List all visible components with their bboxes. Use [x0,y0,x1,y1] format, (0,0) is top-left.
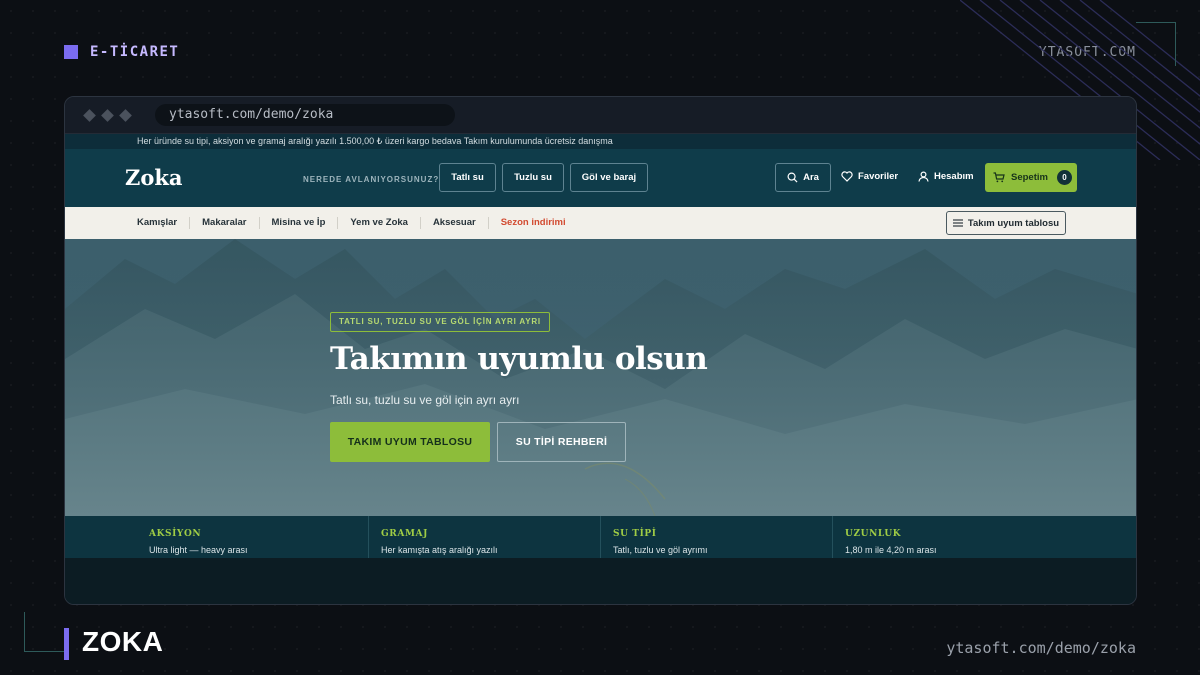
feature-text: 1,80 m ile 4,20 m arası [845,545,937,555]
compatibility-table-cta[interactable]: TAKIM UYUM TABLOSU [330,422,490,462]
window-dot-icon[interactable] [101,108,114,122]
category-item-sale[interactable]: Sezon indirimi [489,217,578,229]
user-icon [918,171,929,182]
cart-icon [993,172,1005,183]
water-type-guide-cta[interactable]: SU TİPİ REHBERİ [497,422,626,462]
hero-eyebrow-tag: TATLI SU, TUZLU SU VE GÖL İÇİN AYRI AYRI [330,312,550,332]
window-dot-icon[interactable] [83,108,96,122]
main-header: Zoka NEREDE AVLANIYORSUNUZ? Tatlı su Tuz… [65,149,1136,207]
feature-title: GRAMAJ [381,529,428,539]
search-button[interactable]: Ara [775,163,831,192]
category-item-accessories[interactable]: Aksesuar [421,217,489,229]
browser-chrome: ytasoft.com/demo/zoka [65,97,1136,134]
category-item-rods[interactable]: Kamışlar [125,217,191,229]
feature-item: SU TİPİ Tatlı, tuzlu ve göl ayrımı [601,516,833,558]
hero-banner: TATLI SU, TUZLU SU VE GÖL İÇİN AYRI AYRI… [65,239,1136,516]
search-icon [787,172,798,183]
feature-item: AKSİYON Ultra light — heavy arası [137,516,369,558]
water-button-freshwater[interactable]: Tatlı su [439,163,496,192]
feature-item: GRAMAJ Her kamışta atış aralığı yazılı [369,516,601,558]
category-tag: E-TİCARET [64,44,179,60]
slide-url: ytasoft.com/demo/zoka [946,639,1136,657]
compatibility-table-button[interactable]: Takım uyum tablosu [946,211,1066,235]
category-item-reels[interactable]: Makaralar [190,217,260,229]
compatibility-table-label: Takım uyum tablosu [967,217,1060,229]
corner-bracket-top-right [1136,22,1176,66]
account-link[interactable]: Hesabım [918,171,974,182]
water-button-lake[interactable]: Göl ve baraj [570,163,648,192]
cart-label: Sepetim [1011,172,1048,183]
window-dot-icon[interactable] [119,108,132,122]
category-item-bait[interactable]: Yem ve Zoka [338,217,421,229]
misty-mountains-image [65,239,1136,516]
feature-title: AKSİYON [149,529,202,539]
category-nav: Kamışlar Makaralar Misina ve İp Yem ve Z… [65,207,1136,239]
feature-text: Ultra light — heavy arası [149,545,248,555]
address-bar[interactable]: ytasoft.com/demo/zoka [155,104,455,126]
title-accent-bar [64,628,69,660]
hero-headline: Takımın uyumlu olsun [330,341,708,377]
page-below-fold [65,558,1136,604]
category-label: E-TİCARET [90,44,180,60]
favorites-link[interactable]: Favoriler [841,171,898,182]
heart-icon [841,171,853,182]
cart-button[interactable]: Sepetim 0 [985,163,1077,192]
favorites-label: Favoriler [858,171,899,182]
water-question-label: NEREDE AVLANIYORSUNUZ? [303,175,440,184]
cart-count-badge: 0 [1056,170,1072,185]
feature-item: UZUNLUK 1,80 m ile 4,20 m arası [833,516,1065,558]
feature-title: SU TİPİ [613,529,657,539]
account-label: Hesabım [934,171,974,182]
announcement-bar: Her üründe su tipi, aksiyon ve gramaj ar… [65,134,1136,149]
water-button-saltwater[interactable]: Tuzlu su [502,163,564,192]
page-viewport: Her üründe su tipi, aksiyon ve gramaj ar… [65,134,1136,604]
slide-title: ZOKA [82,626,164,657]
feature-title: UZUNLUK [845,529,902,539]
list-icon [952,219,963,227]
hero-subline: Tatlı su, tuzlu su ve göl için ayrı ayrı [330,393,520,407]
search-label: Ara [803,172,819,183]
category-item-line[interactable]: Misina ve İp [260,217,339,229]
corner-bracket-bottom-left [24,612,64,652]
feature-text: Her kamışta atış aralığı yazılı [381,545,498,555]
site-logo[interactable]: Zoka [125,165,183,190]
feature-text: Tatlı, tuzlu ve göl ayrımı [613,545,708,555]
browser-window: ytasoft.com/demo/zoka Her üründe su tipi… [64,96,1137,605]
feature-strip: AKSİYON Ultra light — heavy arası GRAMAJ… [65,516,1136,558]
category-square-icon [64,45,78,59]
